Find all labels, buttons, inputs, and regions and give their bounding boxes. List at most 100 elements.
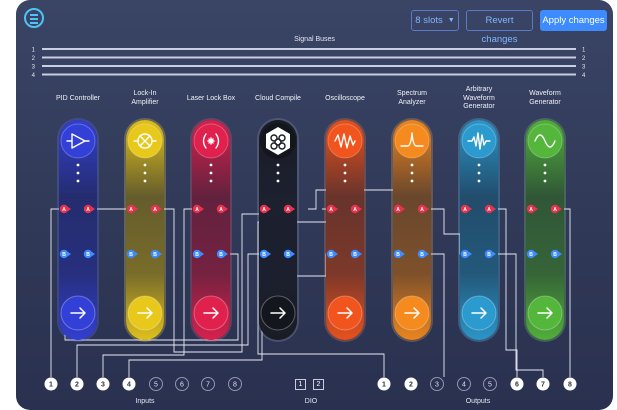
connector-number: 7 (541, 382, 545, 389)
connector-number: 3 (435, 382, 439, 389)
instrument-label: Arbitrary Waveform Generator (463, 86, 495, 110)
connector-number: 5 (154, 382, 158, 389)
bus-number-left: 2 (32, 56, 36, 62)
laser-lock-icon[interactable] (193, 123, 229, 159)
inputs-label: Inputs (135, 398, 155, 405)
instrument-slot-4[interactable]: A A B B (257, 118, 299, 342)
connector-number: 6 (515, 382, 519, 389)
bus-number-right: 4 (582, 73, 586, 79)
output-connector-4[interactable]: 4 (457, 377, 471, 391)
instrument-label: Oscilloscope (325, 95, 365, 102)
input-connector-7[interactable]: 7 (201, 377, 215, 391)
instrument-slot-5[interactable]: A A B B (324, 118, 366, 342)
outputs-label: Outputs (465, 398, 491, 405)
circle-cross-icon[interactable] (127, 123, 163, 159)
dio-port-2[interactable]: 2 (313, 379, 324, 390)
port-letter: A (286, 207, 290, 213)
input-connector-8[interactable]: 8 (228, 377, 242, 391)
instrument-slot-6[interactable]: A A B B (391, 118, 433, 342)
input-connector-6[interactable]: 6 (175, 377, 189, 391)
slot-dot (343, 179, 347, 183)
output-connector-8[interactable]: 8 (563, 377, 577, 391)
port-letter: B (129, 252, 133, 258)
port-letter: A (553, 207, 557, 213)
slot-open-button[interactable] (60, 295, 96, 331)
dio-port-1[interactable]: 1 (295, 379, 306, 390)
connector-number: 1 (382, 382, 386, 389)
slot-dot (410, 171, 414, 175)
input-connector-1[interactable]: 1 (44, 377, 58, 391)
instrument-slot-1[interactable]: A A B B (57, 118, 99, 342)
app-window: 8 slots ▼ Revert changes Apply changes Si… (0, 0, 617, 410)
instrument-slot-8[interactable]: A A B B (524, 118, 566, 342)
output-connector-5[interactable]: 5 (483, 377, 497, 391)
port-letter: B (553, 252, 557, 258)
connector-number: 4 (127, 382, 131, 389)
instrument-label: Waveform Generator (529, 90, 561, 106)
connector-number: 5 (488, 382, 492, 389)
instrument-slot-7[interactable]: A A B B (458, 118, 500, 342)
connector-number: 1 (49, 382, 53, 389)
slot-dot (477, 171, 481, 175)
cloud-compile-icon[interactable] (260, 123, 296, 159)
instrument-slot-2[interactable]: A A B B (124, 118, 166, 342)
input-connector-3[interactable]: 3 (96, 377, 110, 391)
port-letter: A (420, 207, 424, 213)
output-connector-6[interactable]: 6 (510, 377, 524, 391)
port-letter: B (529, 252, 533, 258)
port-letter: A (62, 207, 66, 213)
slot-open-button[interactable] (527, 295, 563, 331)
connector-number: 3 (101, 382, 105, 389)
slot-dot (477, 163, 481, 167)
output-connector-1[interactable]: 1 (377, 377, 391, 391)
slot-dot (76, 163, 80, 167)
slot-dot (410, 163, 414, 167)
signal-routing-canvas: 1 12 23 34 4 A AB BA AB BA AB BA AB BA AB BA AB BA AB BA AB… (32, 48, 586, 391)
output-connector-7[interactable]: 7 (536, 377, 550, 391)
oscilloscope-wave-icon[interactable] (327, 123, 363, 159)
slot-dot (276, 179, 280, 183)
arbitrary-wave-icon[interactable] (461, 123, 497, 159)
output-connector-3[interactable]: 3 (430, 377, 444, 391)
slot-open-button[interactable] (193, 295, 229, 331)
instrument-slots: A A B B A A B B A A B B A A B B A A B B A A B B A A B B A A B B (57, 118, 566, 342)
slot-open-button[interactable] (260, 295, 296, 331)
slot-dot (76, 171, 80, 175)
dio-label: DIO (304, 398, 318, 405)
input-connector-5[interactable]: 5 (149, 377, 163, 391)
instrument-label: Spectrum Analyzer (397, 90, 427, 106)
port-letter: A (487, 207, 491, 213)
sine-wave-icon[interactable] (527, 123, 563, 159)
slot-open-button[interactable] (461, 295, 497, 331)
port-letter: B (487, 252, 491, 258)
slot-open-button[interactable] (394, 295, 430, 331)
signal-bus-lines: 1 1 2 2 3 3 4 4 (32, 48, 586, 80)
instrument-label: Laser Lock Box (186, 95, 236, 102)
port-letter: B (286, 252, 290, 258)
port-letter: B (219, 252, 223, 258)
instrument-label: Cloud Compile (255, 95, 301, 102)
bus-number-right: 2 (582, 56, 586, 62)
bus-number-left: 4 (32, 73, 36, 79)
port-letter: A (129, 207, 133, 213)
input-connector-2[interactable]: 2 (70, 377, 84, 391)
connector-number: 7 (206, 382, 210, 389)
spectrum-peak-icon[interactable] (394, 123, 430, 159)
slot-dot (276, 171, 280, 175)
port-letter: A (329, 207, 333, 213)
triangle-arrow-icon[interactable] (60, 123, 96, 159)
port-letter: A (396, 207, 400, 213)
moku-panel: 8 slots ▼ Revert changes Apply changes Si… (16, 0, 613, 410)
port-letter: B (62, 252, 66, 258)
port-letter: A (153, 207, 157, 213)
slot-open-button[interactable] (327, 295, 363, 331)
connector-number: 8 (568, 382, 572, 389)
port-letter: A (529, 207, 533, 213)
instrument-label: Lock-In Amplifier (131, 90, 159, 106)
input-connector-4[interactable]: 4 (122, 377, 136, 391)
output-connector-2[interactable]: 2 (404, 377, 418, 391)
instrument-slot-3[interactable]: A A B B (190, 118, 232, 342)
slot-dot (343, 171, 347, 175)
slot-open-button[interactable] (127, 295, 163, 331)
slot-dot (143, 163, 147, 167)
